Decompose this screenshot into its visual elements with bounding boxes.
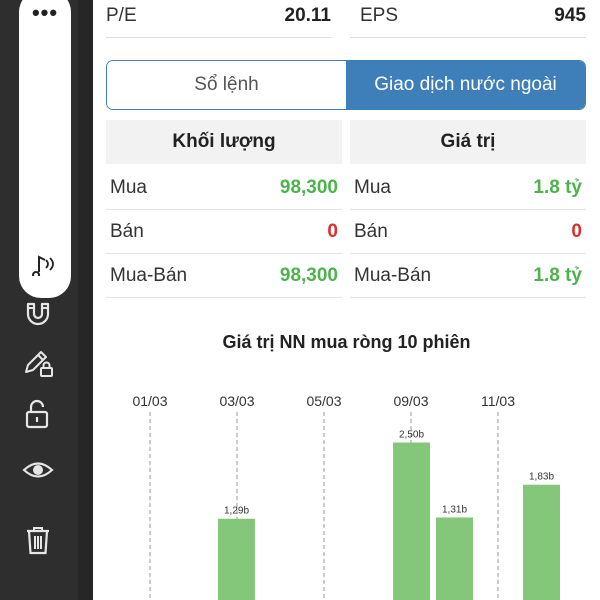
volume-sell-value: 0 <box>327 221 338 242</box>
chart-title: Giá trị NN mua ròng 10 phiên <box>222 332 471 352</box>
pe-value: 20.11 <box>284 5 332 26</box>
tab-foreign-trading[interactable]: Giao dịch nước ngoài <box>346 61 585 109</box>
row-label-net: Mua-Bán <box>354 265 432 286</box>
date-tick-label: 01/03 <box>132 393 167 409</box>
music-notes-icon[interactable] <box>32 252 60 276</box>
volume-buy-value: 98,300 <box>279 177 338 198</box>
stock-detail-panel: P/E 20.11 EPS 945 Sổ lệnh Giao dịch nước… <box>93 0 600 600</box>
row-label-sell: Bán <box>110 221 144 242</box>
date-tick-label: 05/03 <box>306 393 341 409</box>
trade-tabs: Sổ lệnh Giao dịch nước ngoài <box>106 60 586 110</box>
eps-value: 945 <box>554 5 586 26</box>
row-label-buy: Mua <box>110 177 147 198</box>
date-tick-label: 11/03 <box>481 393 515 409</box>
net-buy-bar-chart: 01/03 03/03 05/03 09/03 11/03 1,29b 2,50b 1,31b… <box>132 393 560 600</box>
pencil-lock-icon[interactable] <box>22 346 54 378</box>
volume-net-value: 98,300 <box>279 265 338 286</box>
row-label-sell: Bán <box>354 221 388 242</box>
bar-value-label: 1,31b <box>442 504 467 515</box>
eps-label: EPS <box>360 5 399 26</box>
row-label-net: Mua-Bán <box>110 265 188 286</box>
pe-label: P/E <box>106 5 137 26</box>
left-toolbar: ••• <box>0 0 93 600</box>
value-net-value: 1.8 tỷ <box>533 265 582 286</box>
value-sell-value: 0 <box>571 221 582 242</box>
divider <box>106 37 331 38</box>
net-buy-bar[interactable] <box>393 442 430 600</box>
row-label-buy: Mua <box>354 177 391 198</box>
more-options-icon[interactable]: ••• <box>19 2 71 24</box>
net-buy-bar[interactable] <box>436 517 473 600</box>
date-tick-label: 03/03 <box>219 393 254 409</box>
trash-icon[interactable] <box>22 524 54 556</box>
table-row: Mua-Bán 98,300 <box>106 254 342 298</box>
table-row: Mua 1.8 tỷ <box>350 166 586 210</box>
net-buy-bar[interactable] <box>218 518 255 600</box>
table-row: Mua-Bán 1.8 tỷ <box>350 254 586 298</box>
value-header: Giá trị <box>350 120 586 164</box>
toolbar-edge <box>78 0 93 600</box>
table-row: Bán 0 <box>350 210 586 254</box>
bar-value-label: 1,29b <box>224 506 249 517</box>
table-row: Mua 98,300 <box>106 166 342 210</box>
bar-value-label: 2,50b <box>399 430 424 441</box>
unlock-icon[interactable] <box>22 398 54 430</box>
audio-panel[interactable]: ••• <box>19 0 71 298</box>
bar-value-label: 1,83b <box>529 472 554 483</box>
magnet-icon[interactable] <box>22 296 54 328</box>
table-row: Bán 0 <box>106 210 342 254</box>
value-buy-value: 1.8 tỷ <box>533 177 582 198</box>
net-buy-bar[interactable] <box>523 484 560 600</box>
divider <box>350 37 586 38</box>
date-tick-label: 09/03 <box>393 393 428 409</box>
eye-icon[interactable] <box>22 454 54 486</box>
tab-order-book[interactable]: Sổ lệnh <box>107 61 346 109</box>
volume-header: Khối lượng <box>106 120 342 164</box>
